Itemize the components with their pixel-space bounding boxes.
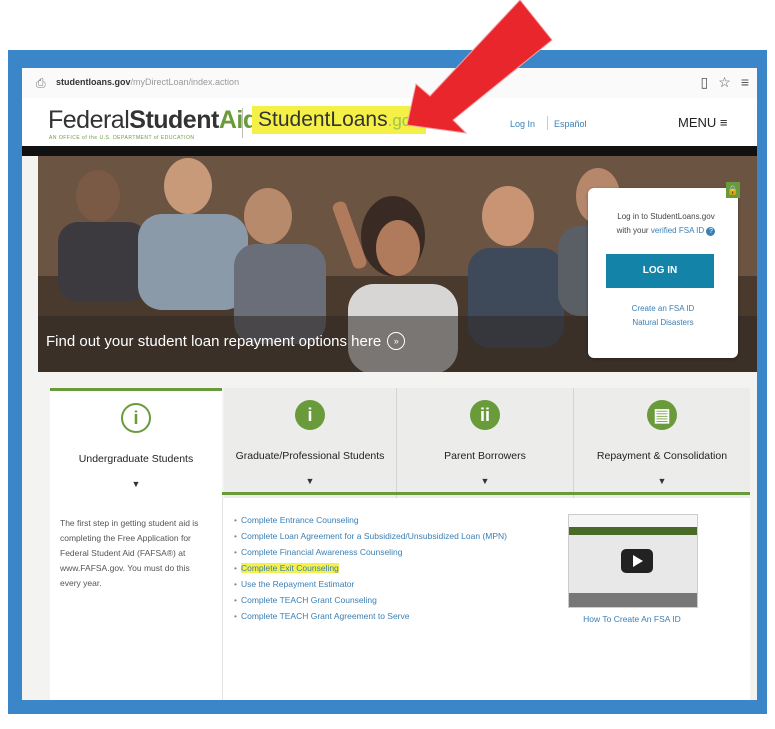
- arrow-circle-icon[interactable]: »: [387, 332, 406, 350]
- parent-child-icon: ii: [470, 400, 500, 430]
- undergraduate-intro: The first step in getting student aid is…: [60, 518, 199, 588]
- link-teach-agreement[interactable]: Complete TEACH Grant Agreement to Serve: [241, 611, 410, 621]
- bullet: •: [234, 563, 237, 573]
- list-item[interactable]: • Use the Repayment Estimator: [234, 576, 507, 592]
- video-thumbnail[interactable]: [568, 514, 698, 608]
- list-item[interactable]: • Complete Entrance Counseling: [234, 512, 507, 528]
- audience-tabs: i Undergraduate Students ▼ i Graduate/Pr…: [50, 388, 750, 501]
- tab-content: The first step in getting student aid is…: [50, 498, 750, 700]
- tab-label: Repayment & Consolidation: [596, 450, 728, 462]
- verified-fsa-id-link[interactable]: verified FSA ID: [651, 226, 704, 235]
- bullet: •: [234, 547, 237, 557]
- bullet: •: [234, 515, 237, 525]
- bullet: •: [234, 611, 237, 621]
- login-prompt: Log in to StudentLoans.gov with your ver…: [602, 210, 730, 238]
- natural-disasters-link[interactable]: Natural Disasters: [588, 318, 738, 327]
- annotation-arrow-icon: [406, 0, 553, 134]
- tab-parent-borrowers[interactable]: ii Parent Borrowers ▼: [397, 388, 573, 498]
- chevron-down-icon: ▼: [657, 476, 667, 486]
- login-card: 🔒 Log in to StudentLoans.gov with your v…: [588, 182, 740, 358]
- person-icon: i: [295, 400, 325, 430]
- content-divider: [222, 498, 223, 700]
- tab-graduate[interactable]: i Graduate/Professional Students ▼: [224, 388, 396, 498]
- chevron-down-icon: ▼: [131, 479, 141, 489]
- chevron-down-icon: ▼: [305, 476, 315, 486]
- browser-window: ⎙ studentloans.gov/myDirectLoan/index.ac…: [22, 68, 757, 700]
- list-item[interactable]: • Complete TEACH Grant Counseling: [234, 592, 507, 608]
- bullet: •: [234, 579, 237, 589]
- create-fsa-id-link[interactable]: Create an FSA ID: [588, 304, 738, 313]
- list-item[interactable]: • Complete TEACH Grant Agreement to Serve: [234, 608, 507, 624]
- tab-label: Graduate/Professional Students: [235, 450, 385, 462]
- video-footer: [569, 593, 697, 607]
- link-entrance-counseling[interactable]: Complete Entrance Counseling: [241, 515, 359, 525]
- tab-label: Undergraduate Students: [78, 453, 194, 465]
- tab-repayment[interactable]: ▤ Repayment & Consolidation ▼: [574, 388, 750, 498]
- link-teach-counseling[interactable]: Complete TEACH Grant Counseling: [241, 595, 377, 605]
- list-item[interactable]: • Complete Exit Counseling: [234, 560, 507, 576]
- tabs-underline: [222, 492, 750, 495]
- hero-caption-text: Find out your student loan repayment opt…: [46, 333, 382, 350]
- person-icon: i: [121, 403, 151, 433]
- login-prompt-line1: Log in to StudentLoans.gov: [617, 212, 715, 221]
- tab-undergraduate[interactable]: i Undergraduate Students ▼: [50, 388, 222, 501]
- video-caption[interactable]: How To Create An FSA ID: [570, 614, 694, 624]
- login-prompt-line2: with your: [616, 226, 649, 235]
- hero-caption[interactable]: Find out your student loan repayment opt…: [46, 332, 406, 350]
- bullet: •: [234, 531, 237, 541]
- bullet: •: [234, 595, 237, 605]
- tab-label: Parent Borrowers: [444, 450, 526, 462]
- lock-icon: 🔒: [726, 182, 740, 198]
- link-repayment-estimator[interactable]: Use the Repayment Estimator: [241, 579, 354, 589]
- link-exit-counseling[interactable]: Complete Exit Counseling: [240, 563, 339, 573]
- link-loan-agreement[interactable]: Complete Loan Agreement for a Subsidized…: [241, 531, 507, 541]
- list-item[interactable]: • Complete Financial Awareness Counseling: [234, 544, 507, 560]
- link-financial-awareness[interactable]: Complete Financial Awareness Counseling: [241, 547, 402, 557]
- video-nav: [569, 527, 697, 535]
- play-icon[interactable]: [621, 549, 653, 573]
- chevron-down-icon: ▼: [480, 476, 490, 486]
- action-links: • Complete Entrance Counseling • Complete …: [234, 512, 507, 624]
- calculator-icon: ▤: [647, 400, 677, 430]
- list-item[interactable]: • Complete Loan Agreement for a Subsidize…: [234, 528, 507, 544]
- help-icon[interactable]: ?: [706, 227, 716, 236]
- login-button[interactable]: LOG IN: [606, 254, 714, 288]
